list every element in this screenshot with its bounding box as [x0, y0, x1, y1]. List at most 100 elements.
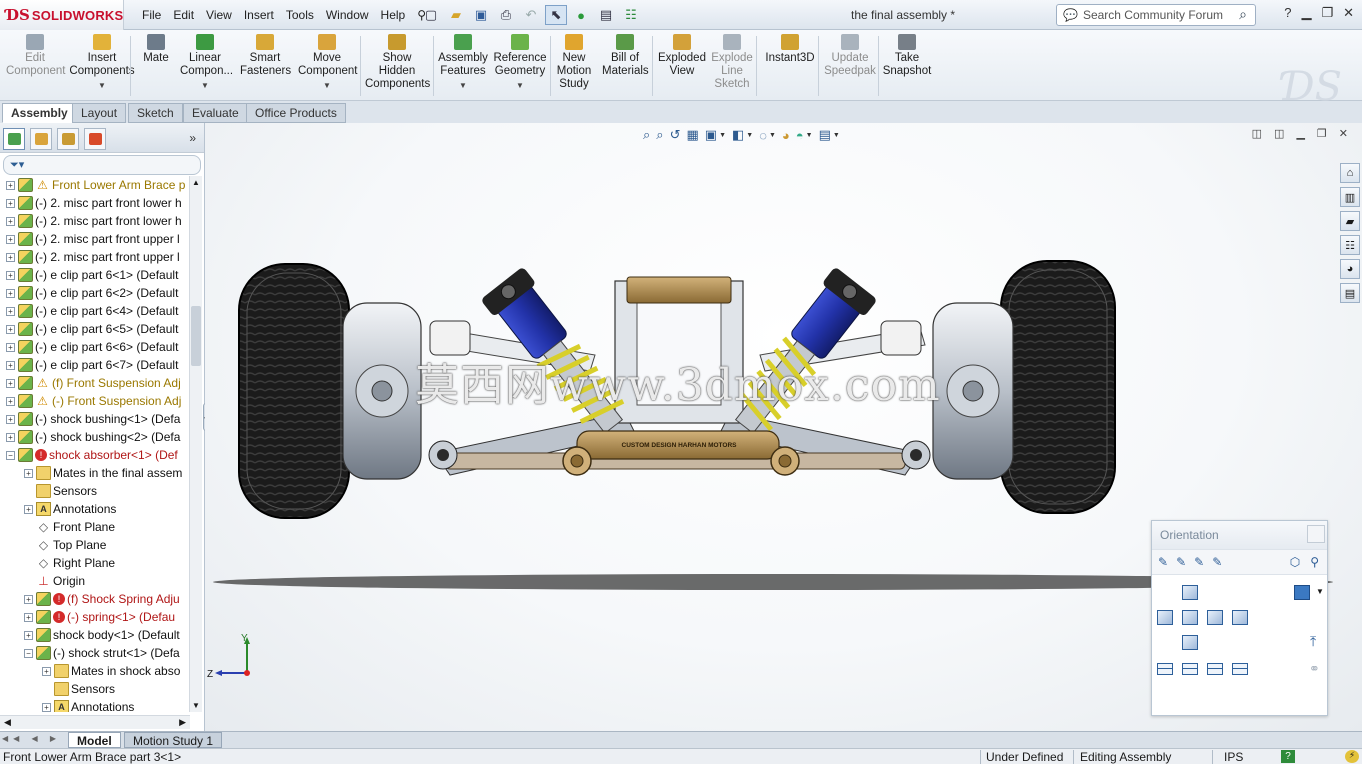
dropdown-caret-icon[interactable]: ▼ [180, 79, 230, 92]
dropdown-caret-icon[interactable]: ▼ [68, 79, 136, 92]
print-icon[interactable]: ⎙ [495, 5, 517, 25]
expand-icon[interactable]: + [6, 432, 15, 442]
edit-appearance-icon[interactable]: ◕ [782, 128, 790, 143]
tree-item[interactable]: +! (f) Shock Spring Adju [0, 590, 190, 608]
update-standard-views-icon[interactable]: ✎ [1176, 555, 1186, 569]
quick-tips-help-icon[interactable]: ? [1281, 750, 1295, 763]
expand-icon[interactable]: + [6, 360, 15, 370]
expand-icon[interactable]: + [6, 270, 15, 280]
menu-file[interactable]: File [136, 8, 167, 22]
expand-icon[interactable]: + [6, 342, 15, 352]
tree-item[interactable]: + shock body<1> (Default [0, 626, 190, 644]
viewport-restore-icon[interactable]: ❐ [1317, 127, 1327, 140]
take-snapshot-button[interactable]: Take Snapshot [882, 34, 932, 78]
options-icon[interactable]: ☷ [620, 5, 642, 25]
expand-icon[interactable]: + [6, 234, 15, 244]
search-input[interactable]: Search Community Forum [1083, 8, 1223, 22]
view-back-icon[interactable] [1232, 610, 1248, 625]
view-settings-icon[interactable]: ▤ [819, 127, 831, 143]
expand-icon[interactable]: + [6, 396, 15, 406]
two-view-vertical-icon[interactable] [1207, 663, 1223, 675]
two-view-horizontal-icon[interactable] [1182, 663, 1198, 675]
scroll-thumb[interactable] [191, 306, 201, 366]
collapse-icon[interactable]: − [6, 450, 15, 460]
search-icon[interactable]: ⌕ [1239, 6, 1247, 23]
zoom-to-area-icon[interactable]: ⌕ [656, 127, 663, 143]
tree-vertical-scrollbar[interactable]: ▲ ▼ [189, 176, 202, 712]
tab-model[interactable]: Model [68, 732, 121, 748]
section-view-icon[interactable]: ▦ [686, 127, 698, 143]
tree-item[interactable]: + Mates in the final assem [0, 464, 190, 482]
view-palette-icon[interactable]: ☷ [1340, 235, 1360, 255]
delete-view-icon[interactable]: ✎ [1212, 555, 1222, 569]
view-isometric-icon[interactable] [1294, 585, 1310, 600]
property-manager-icon[interactable] [30, 128, 52, 150]
tree-horizontal-scrollbar[interactable]: ◀ ▶ [0, 715, 190, 729]
tree-item[interactable]: + (-) shock bushing<2> (Defa [0, 428, 190, 446]
undo-icon[interactable]: ↶ [520, 5, 542, 25]
tab-assembly[interactable]: Assembly [2, 103, 77, 123]
tree-item[interactable]: ⊥ Origin [0, 572, 190, 590]
custom-properties-icon[interactable]: ▤ [1340, 283, 1360, 303]
view-front-icon[interactable] [1182, 610, 1198, 625]
reference-geometry-button[interactable]: Reference Geometry ▼ [493, 34, 547, 92]
tree-item[interactable]: + (-) 2. misc part front upper l [0, 248, 190, 266]
new-motion-study-button[interactable]: New Motion Study [556, 34, 592, 91]
tab-motion-study-1[interactable]: Motion Study 1 [124, 732, 223, 748]
show-hidden-components-button[interactable]: Show Hidden Components [365, 34, 430, 91]
viewport-tile-1-icon[interactable]: ◫ [1252, 127, 1262, 140]
new-document-icon[interactable]: ▢ [420, 5, 442, 25]
zoom-to-fit-icon[interactable]: ⌕ [643, 127, 650, 143]
tree-item[interactable]: + ⚠ Front Lower Arm Brace p [0, 176, 190, 194]
expand-icon[interactable]: + [42, 666, 51, 676]
rebuild-traffic-light-icon[interactable]: ● [570, 5, 592, 25]
viewport-tile-2-icon[interactable]: ◫ [1274, 127, 1284, 140]
view-left-icon[interactable] [1157, 610, 1173, 625]
dropdown-caret-icon[interactable]: ▼ [298, 79, 356, 92]
right-upright[interactable] [932, 302, 1014, 480]
four-view-icon[interactable] [1232, 663, 1248, 675]
instant3d-button[interactable]: Instant3D [762, 34, 818, 65]
tree-item[interactable]: + (-) e clip part 6<4> (Default [0, 302, 190, 320]
solidworks-logo[interactable]: ƊS SOLIDWORKS [0, 0, 124, 30]
rebuild-status-icon[interactable]: ⚡ [1345, 750, 1359, 763]
expand-icon[interactable]: + [6, 378, 15, 388]
appearances-icon[interactable]: ◕ [1340, 259, 1360, 279]
link-views-icon[interactable]: ⚭ [1309, 661, 1320, 677]
design-library-icon[interactable]: ▥ [1340, 187, 1360, 207]
help-question-icon[interactable]: ? [1284, 5, 1291, 21]
expand-icon[interactable]: + [42, 702, 51, 712]
expand-icon[interactable]: + [6, 414, 15, 424]
expand-icon[interactable]: + [6, 180, 15, 190]
view-orientation-icon[interactable]: ▣ [705, 127, 717, 143]
open-folder-icon[interactable]: ▰ [445, 5, 467, 25]
dropdown-caret-icon[interactable]: ▼ [493, 79, 547, 92]
select-cursor-icon[interactable]: ⬉ [545, 5, 567, 25]
viewport-minimize-icon[interactable]: ▁ [1296, 127, 1304, 140]
tree-item[interactable]: + (-) e clip part 6<5> (Default [0, 320, 190, 338]
tab-office-products[interactable]: Office Products [246, 103, 346, 123]
restore-icon[interactable]: ❐ [1321, 5, 1333, 21]
expand-icon[interactable]: + [6, 198, 15, 208]
tree-filter[interactable]: ⏷▾ [3, 155, 201, 175]
menu-view[interactable]: View [200, 8, 238, 22]
tree-item[interactable]: + (-) 2. misc part front lower h [0, 194, 190, 212]
file-properties-icon[interactable]: ▤ [595, 5, 617, 25]
previous-view-icon[interactable]: ↺ [670, 127, 681, 143]
normal-to-icon[interactable]: ⤒ [1310, 633, 1316, 650]
minimize-icon[interactable]: ▁ [1301, 5, 1311, 21]
tree-item[interactable]: − (-) shock strut<1> (Defa [0, 644, 190, 662]
tree-item[interactable]: + (-) e clip part 6<2> (Default [0, 284, 190, 302]
expand-icon[interactable]: + [24, 594, 33, 604]
solidworks-resources-icon[interactable]: ⌂ [1340, 163, 1360, 183]
menu-edit[interactable]: Edit [167, 8, 200, 22]
smart-fasteners-button[interactable]: Smart Fasteners [240, 34, 291, 78]
scroll-down-icon[interactable]: ▼ [192, 701, 200, 710]
menu-tools[interactable]: Tools [280, 8, 320, 22]
reset-standard-views-icon[interactable]: ✎ [1194, 555, 1204, 569]
assembly-features-button[interactable]: Assembly Features ▼ [438, 34, 488, 92]
view-bottom-icon[interactable] [1182, 635, 1198, 650]
tree-item[interactable]: + (-) 2. misc part front upper l [0, 230, 190, 248]
tree-item[interactable]: ◇ Top Plane [0, 536, 190, 554]
tab-layout[interactable]: Layout [72, 103, 127, 123]
